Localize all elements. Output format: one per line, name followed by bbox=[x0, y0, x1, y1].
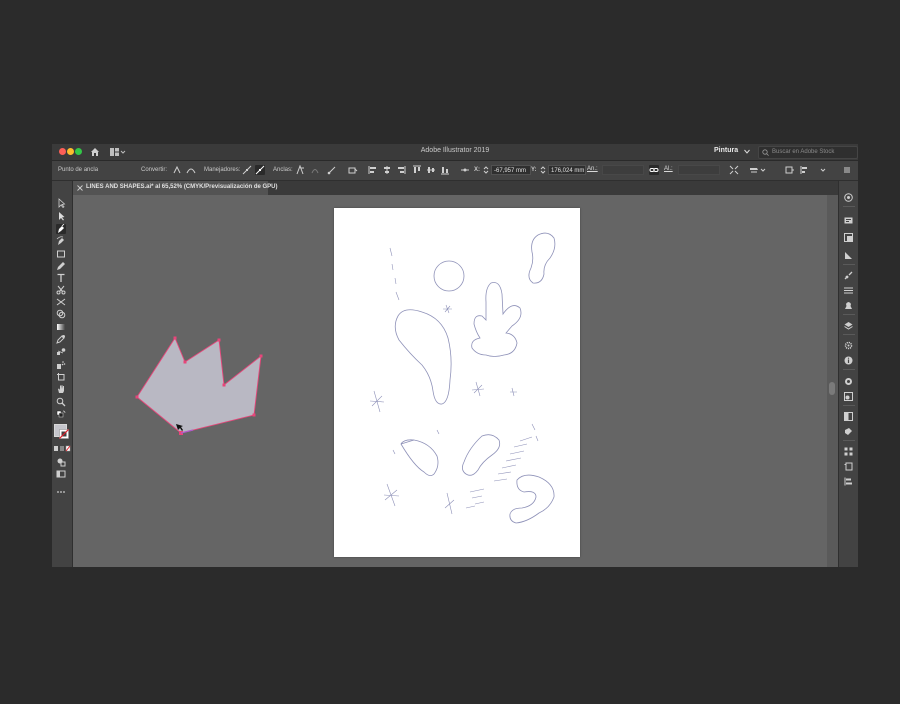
image-trace-icon[interactable] bbox=[844, 233, 853, 242]
title-bar: Adobe Illustrator 2019 Pintura Buscar en… bbox=[52, 144, 858, 161]
selection-type-label: Punto de ancla bbox=[58, 167, 99, 173]
crown-shape[interactable] bbox=[73, 195, 827, 567]
y-coordinate-field[interactable]: 176,024 mm bbox=[548, 165, 586, 175]
x-coordinate-field[interactable]: -67,957 mm bbox=[491, 165, 531, 175]
appearance-icon[interactable] bbox=[844, 377, 853, 386]
blend-tool-icon[interactable] bbox=[56, 347, 66, 357]
cut-path-icon[interactable] bbox=[327, 165, 337, 175]
workspace-switcher[interactable]: Pintura bbox=[714, 147, 738, 154]
connect-anchors-icon[interactable] bbox=[310, 165, 320, 175]
convert-corner-icon[interactable] bbox=[172, 165, 182, 175]
transform-panel-icon[interactable] bbox=[844, 251, 853, 260]
zoom-tool-icon[interactable] bbox=[56, 397, 66, 407]
graphic-styles-icon[interactable] bbox=[844, 392, 853, 401]
width-label: An.: bbox=[587, 166, 598, 172]
libraries-icon[interactable] bbox=[844, 193, 853, 202]
remove-anchor-icon[interactable] bbox=[295, 165, 305, 175]
align-options-icon[interactable] bbox=[799, 165, 809, 175]
panel-dock bbox=[838, 181, 858, 567]
artboard-tool-icon[interactable] bbox=[56, 372, 66, 382]
transparency-icon[interactable] bbox=[844, 412, 853, 421]
align-bottom-icon[interactable] bbox=[440, 165, 450, 175]
search-placeholder: Buscar en Adobe Stock bbox=[772, 149, 835, 155]
layers-icon[interactable] bbox=[844, 321, 853, 330]
close-icon[interactable] bbox=[77, 185, 83, 191]
width-tool-icon[interactable] bbox=[56, 297, 66, 307]
gradient-tool-icon[interactable] bbox=[56, 322, 66, 332]
chevron-down-icon[interactable] bbox=[820, 165, 826, 175]
document-tab[interactable]: LINES AND SHAPES.ai* al 65,52% (CMYK/Pre… bbox=[72, 181, 278, 195]
anchor-options-icon[interactable] bbox=[348, 165, 358, 175]
y-label: Y: bbox=[531, 167, 537, 173]
selection-tool-icon[interactable] bbox=[56, 198, 66, 208]
curvature-tool-icon[interactable] bbox=[56, 236, 66, 246]
artboards-panel-icon[interactable] bbox=[844, 462, 853, 471]
anchors-label: Anclas: bbox=[273, 167, 293, 173]
color-mode-icon[interactable] bbox=[53, 444, 71, 454]
hand-tool-icon[interactable] bbox=[56, 384, 66, 394]
symbol-sprayer-tool-icon[interactable] bbox=[56, 360, 66, 370]
shape-builder-tool-icon[interactable] bbox=[56, 309, 66, 319]
vertical-scrollbar[interactable] bbox=[827, 195, 838, 567]
stock-search-input[interactable]: Buscar en Adobe Stock bbox=[758, 146, 858, 159]
type-tool-icon[interactable] bbox=[56, 273, 66, 283]
width-field[interactable] bbox=[602, 165, 644, 175]
eyedropper-tool-icon[interactable] bbox=[56, 334, 66, 344]
gear-icon[interactable] bbox=[844, 341, 853, 350]
x-label: X: bbox=[474, 167, 480, 173]
info-icon[interactable] bbox=[844, 356, 853, 365]
align-panel-icon[interactable] bbox=[844, 477, 853, 486]
brushes-icon[interactable] bbox=[844, 271, 853, 280]
show-handles-icon[interactable] bbox=[242, 165, 252, 175]
align-right-icon[interactable] bbox=[396, 165, 406, 175]
stepper-icon[interactable] bbox=[483, 165, 489, 175]
rectangle-tool-icon[interactable] bbox=[56, 249, 66, 259]
align-left-icon[interactable] bbox=[368, 165, 378, 175]
recolor-icon[interactable] bbox=[749, 165, 759, 175]
scrollbar-thumb[interactable] bbox=[829, 382, 835, 395]
chevron-down-icon[interactable] bbox=[744, 149, 750, 154]
align-hcenter-icon[interactable] bbox=[382, 165, 392, 175]
tools-panel bbox=[52, 181, 73, 567]
control-bar: Punto de ancla Convertir: Manejadores: A… bbox=[52, 161, 858, 181]
align-vcenter-icon[interactable] bbox=[426, 165, 436, 175]
stroke-panel-icon[interactable] bbox=[844, 286, 853, 295]
symbols-icon[interactable] bbox=[844, 301, 853, 310]
properties-icon[interactable] bbox=[844, 216, 853, 225]
isolate-icon[interactable] bbox=[729, 165, 739, 175]
search-icon bbox=[762, 149, 769, 156]
stepper-icon[interactable] bbox=[540, 165, 546, 175]
app-window: Adobe Illustrator 2019 Pintura Buscar en… bbox=[52, 144, 858, 567]
select-similar-icon[interactable] bbox=[785, 165, 795, 175]
align-top-icon[interactable] bbox=[412, 165, 422, 175]
pathfinder-icon[interactable] bbox=[844, 447, 853, 456]
convert-smooth-icon[interactable] bbox=[186, 165, 196, 175]
canvas[interactable] bbox=[73, 195, 827, 567]
height-label: Al.: bbox=[664, 166, 673, 172]
height-field[interactable] bbox=[678, 165, 720, 175]
screen-mode-icon[interactable] bbox=[56, 469, 66, 479]
default-colors-icon[interactable] bbox=[56, 410, 66, 420]
chevron-down-icon[interactable] bbox=[760, 165, 766, 175]
document-tab-title: LINES AND SHAPES.ai* al 65,52% (CMYK/Pre… bbox=[86, 184, 278, 190]
color-panel-icon[interactable] bbox=[844, 427, 853, 436]
stroke-swatch[interactable] bbox=[59, 429, 69, 439]
convert-label: Convertir: bbox=[141, 167, 168, 173]
pencil-tool-icon[interactable] bbox=[56, 261, 66, 271]
more-icon[interactable] bbox=[56, 487, 66, 497]
draw-mode-icon[interactable] bbox=[56, 457, 66, 467]
pen-tool-icon[interactable] bbox=[56, 224, 66, 234]
transform-icon[interactable] bbox=[460, 165, 470, 175]
document-tab-bar: LINES AND SHAPES.ai* al 65,52% (CMYK/Pre… bbox=[72, 181, 838, 195]
link-icon[interactable] bbox=[649, 165, 659, 175]
direct-selection-tool-icon[interactable] bbox=[56, 211, 66, 221]
scissors-tool-icon[interactable] bbox=[56, 285, 66, 295]
hide-handles-icon[interactable] bbox=[255, 165, 265, 175]
panel-menu-icon[interactable] bbox=[842, 165, 852, 175]
handles-label: Manejadores: bbox=[204, 167, 241, 173]
